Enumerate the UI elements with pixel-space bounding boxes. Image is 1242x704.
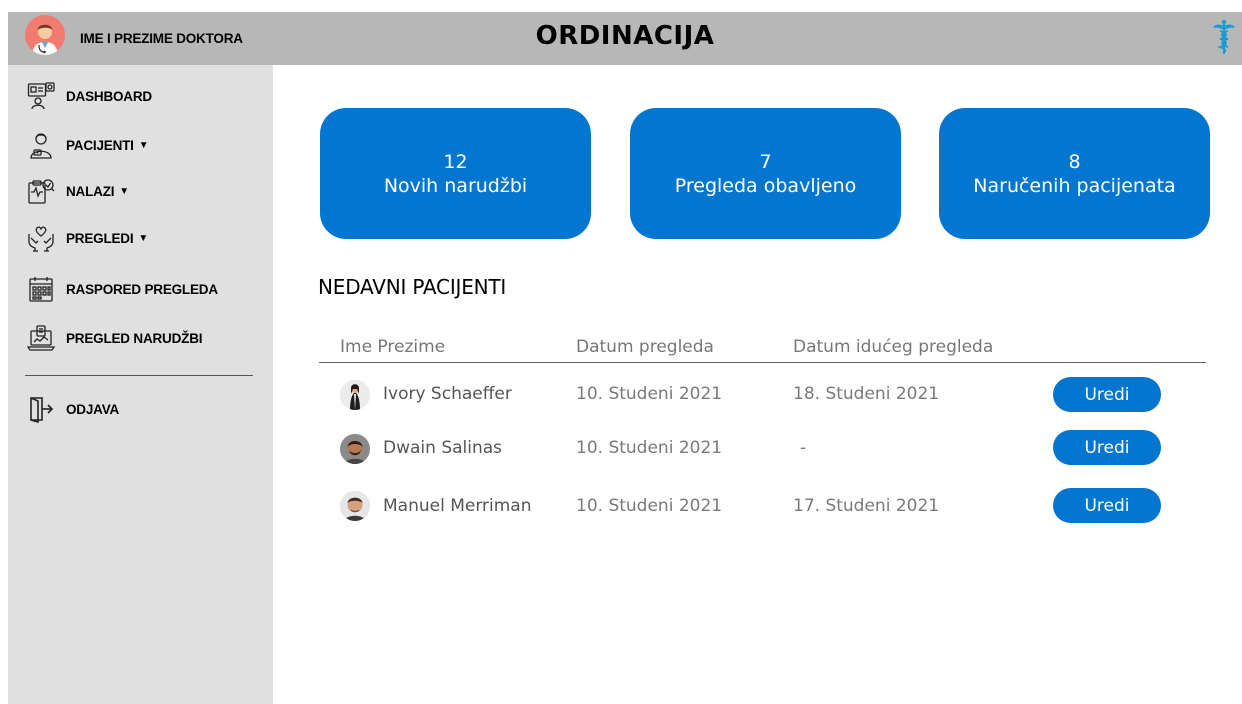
patient-name: Dwain Salinas (383, 438, 503, 458)
stat-card-scheduled-patients[interactable]: 8 Naručenih pacijenata (939, 108, 1210, 239)
next-exam-date: 17. Studeni 2021 (793, 496, 940, 516)
column-header: Ime Prezime (340, 337, 446, 357)
stat-value: 7 (759, 150, 772, 173)
sidebar-item-label: DASHBOARD (66, 88, 152, 104)
sidebar-item-label: PREGLEDI (66, 230, 134, 246)
stat-value: 8 (1068, 150, 1081, 173)
section-title: NEDAVNI PACIJENTI (318, 275, 507, 299)
column-header: Datum pregleda (576, 337, 714, 357)
stat-value: 12 (443, 150, 468, 173)
edit-button[interactable]: Uredi (1053, 377, 1161, 412)
caduceus-icon (1212, 19, 1236, 55)
sidebar-item-label: NALAZI (66, 183, 115, 199)
sidebar-item-nalazi[interactable]: NALAZI ▼ (27, 176, 129, 206)
table-header: Ime Prezime Datum pregleda Datum idućeg … (319, 330, 1206, 363)
dashboard-icon (27, 82, 55, 110)
exam-date: 10. Studeni 2021 (576, 438, 723, 458)
lab-results-icon (27, 177, 55, 205)
sidebar: DASHBOARD PACIJENTI ▼ NALAZI ▼ PREGLEDI … (8, 65, 273, 704)
sidebar-item-pacijenti[interactable]: PACIJENTI ▼ (27, 130, 149, 160)
app-title: ORDINACIJA (535, 21, 715, 51)
top-bar: IME I PREZIME DOKTORA ORDINACIJA (8, 12, 1242, 65)
patient-avatar (340, 491, 370, 521)
patient-avatar (340, 434, 370, 464)
orders-laptop-icon (27, 324, 55, 352)
sidebar-item-label: RASPORED PREGLEDA (66, 281, 218, 297)
stat-label: Naručenih pacijenata (973, 174, 1176, 197)
logout-button[interactable]: ODJAVA (27, 394, 119, 424)
table-row: Manuel Merriman 10. Studeni 2021 17. Stu… (319, 479, 1206, 537)
patient-avatar (340, 380, 370, 410)
table-row: Dwain Salinas 10. Studeni 2021 - Uredi (319, 421, 1206, 479)
sidebar-divider (25, 375, 253, 376)
sidebar-item-label: PACIJENTI (66, 137, 134, 153)
logout-label: ODJAVA (66, 401, 120, 417)
patient-icon (27, 131, 55, 159)
stat-label: Novih narudžbi (383, 174, 528, 197)
sidebar-item-pregled-narudzbi[interactable]: PREGLED NARUDŽBI (27, 323, 203, 353)
sidebar-item-pregledi[interactable]: PREGLEDI ▼ (27, 223, 148, 253)
sidebar-item-raspored-pregleda[interactable]: RASPORED PREGLEDA (27, 274, 218, 304)
stat-card-exams-done[interactable]: 7 Pregleda obavljeno (630, 108, 901, 239)
chevron-down-icon: ▼ (138, 139, 149, 151)
sidebar-item-dashboard[interactable]: DASHBOARD (27, 81, 152, 111)
table-row: Ivory Schaeffer 10. Studeni 2021 18. Stu… (319, 363, 1206, 421)
next-exam-date: - (800, 438, 807, 458)
edit-button[interactable]: Uredi (1053, 430, 1161, 465)
exam-date: 10. Studeni 2021 (576, 384, 723, 404)
chevron-down-icon: ▼ (138, 232, 149, 244)
stat-card-new-orders[interactable]: 12 Novih narudžbi (320, 108, 591, 239)
patient-name: Ivory Schaeffer (383, 384, 512, 404)
chevron-down-icon: ▼ (119, 185, 130, 197)
recent-patients-table: Ime Prezime Datum pregleda Datum idućeg … (319, 330, 1206, 537)
exam-date: 10. Studeni 2021 (576, 496, 723, 516)
calendar-icon (27, 275, 55, 303)
next-exam-date: 18. Studeni 2021 (793, 384, 940, 404)
logout-icon (27, 395, 55, 423)
patient-name: Manuel Merriman (383, 496, 532, 516)
edit-button[interactable]: Uredi (1053, 488, 1161, 523)
column-header: Datum idućeg pregleda (793, 337, 994, 357)
care-hands-icon (27, 224, 55, 252)
stat-label: Pregleda obavljeno (674, 174, 857, 197)
sidebar-item-label: PREGLED NARUDŽBI (66, 330, 203, 346)
